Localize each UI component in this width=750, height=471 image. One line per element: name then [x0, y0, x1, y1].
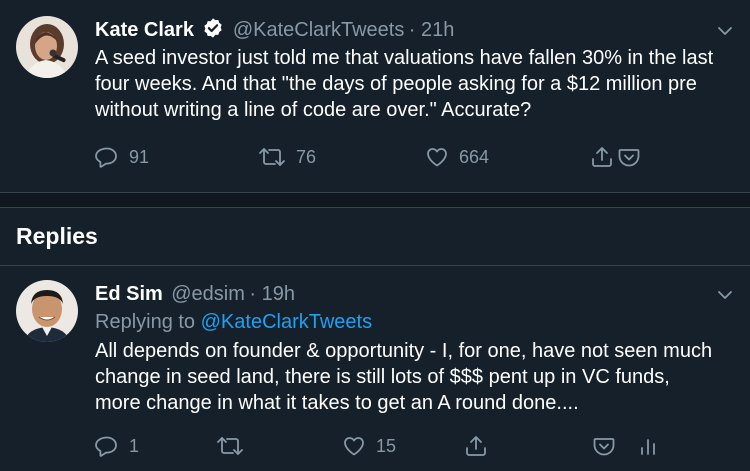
retweet-count: 76	[296, 146, 317, 167]
analytics-icon	[641, 439, 655, 455]
replies-heading: Replies	[16, 223, 98, 249]
reply-count: 91	[129, 146, 150, 167]
tweet-text-line: four weeks. And that "the days of people…	[95, 73, 697, 95]
reply-button[interactable]: 1	[95, 434, 139, 458]
tweet-text: All depends on founder & opportunity - I…	[95, 338, 712, 416]
tweet-timestamp[interactable]: · 21h	[409, 19, 455, 41]
pocket-icon	[618, 149, 640, 167]
divider	[0, 207, 750, 208]
author-handle[interactable]: @edsim	[171, 283, 245, 305]
heart-icon	[344, 437, 364, 456]
tweet-text-line: A seed investor just told me that valuat…	[95, 47, 714, 69]
reply-icon	[95, 147, 117, 168]
share-icon	[592, 147, 612, 167]
reply-count: 1	[129, 435, 140, 456]
like-count: 15	[376, 435, 397, 456]
share-button[interactable]	[590, 145, 614, 169]
reply-header: Ed Sim @edsim · 19h	[95, 282, 295, 308]
retweet-icon	[259, 148, 285, 166]
ed-sim-avatar-image	[16, 280, 78, 342]
share-button[interactable]	[464, 434, 488, 458]
author-name[interactable]: Ed Sim	[95, 283, 163, 305]
reply-icon	[95, 436, 117, 457]
like-count: 664	[459, 146, 490, 167]
replying-to-link[interactable]: @KateClarkTweets	[201, 311, 372, 333]
avatar[interactable]	[16, 280, 78, 342]
tweet-text-line: without writing a line of code are over.…	[95, 99, 532, 121]
tweet-text-line: All depends on founder & opportunity - I…	[95, 340, 713, 362]
replying-to-label: Replying to	[95, 311, 196, 333]
chevron-down-icon[interactable]	[716, 22, 734, 40]
verified-badge-icon	[202, 17, 224, 47]
pocket-icon	[593, 438, 615, 456]
kate-clark-avatar-image	[16, 16, 78, 78]
save-to-pocket-button[interactable]	[617, 145, 641, 169]
tweet-timestamp[interactable]: · 19h	[249, 283, 295, 305]
tweet-header: Kate Clark @KateClarkTweets · 21h	[95, 17, 454, 47]
reply-tweet[interactable]: Ed Sim @edsim · 19h Replying to @KateCla…	[0, 266, 750, 471]
save-to-pocket-button[interactable]	[592, 434, 616, 458]
author-name[interactable]: Kate Clark	[95, 19, 194, 41]
chevron-down-icon[interactable]	[716, 286, 734, 304]
retweet-button[interactable]	[216, 434, 244, 458]
heart-icon	[427, 148, 447, 167]
analytics-button[interactable]	[636, 434, 660, 458]
like-button[interactable]: 15	[342, 434, 396, 458]
tweet-text: A seed investor just told me that valuat…	[95, 45, 713, 123]
main-tweet[interactable]: Kate Clark @KateClarkTweets · 21h A seed…	[0, 0, 750, 192]
reply-button[interactable]: 91	[95, 145, 149, 169]
section-separator	[0, 193, 750, 207]
avatar[interactable]	[16, 16, 78, 78]
author-handle[interactable]: @KateClarkTweets	[233, 19, 404, 41]
share-icon	[466, 436, 486, 456]
like-button[interactable]: 664	[425, 145, 489, 169]
retweet-icon	[217, 437, 243, 455]
retweet-button[interactable]: 76	[258, 145, 316, 169]
tweet-text-line: change in seed land, there is still lots…	[95, 366, 670, 388]
replying-to-line: Replying to @KateClarkTweets	[95, 310, 372, 334]
tweet-text-line: more change in what it takes to get an A…	[95, 392, 579, 414]
